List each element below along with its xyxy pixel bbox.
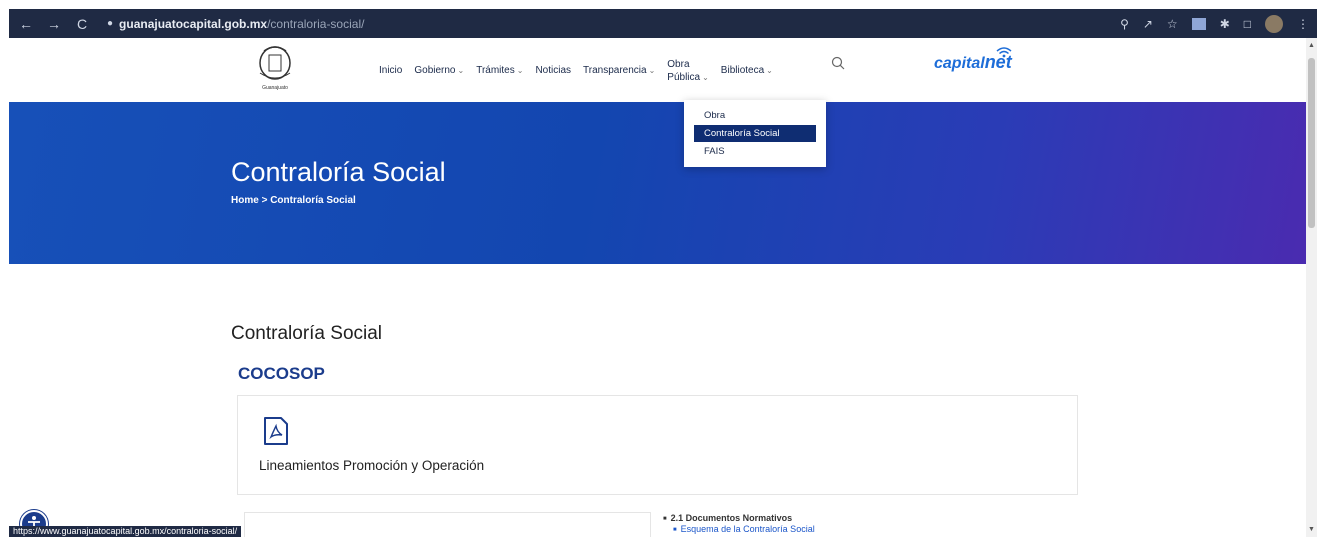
reload-icon[interactable]: C [71,16,93,32]
nav-biblioteca[interactable]: Biblioteca ⌄ [721,65,773,76]
document-list: ■ 2.1 Documentos Normativos ■ Esquema de l… [663,513,815,534]
search-icon[interactable] [831,56,845,70]
list-item-label: 2.1 Documentos Normativos [670,513,793,523]
list-subitem-label: Esquema de la Contraloría Social [680,524,815,534]
url-path: /contraloria-social/ [267,16,365,31]
puzzle-icon[interactable]: ✱ [1220,17,1230,31]
wifi-icon [996,47,1012,58]
breadcrumb-separator: > [261,195,268,206]
profile-avatar[interactable] [1265,14,1283,33]
nav-transparencia-label: Transparencia [583,64,647,76]
capitalnet-logo[interactable]: capitalnet [934,47,1012,73]
scroll-up-icon[interactable]: ▲ [1308,42,1315,49]
nav-obra-publica[interactable]: Obra Pública ⌄ [667,58,709,84]
dropdown-item-fais[interactable]: FAIS [694,143,816,160]
scrollbar-thumb[interactable] [1308,58,1315,228]
share-icon[interactable]: ↗ [1143,17,1153,31]
zoom-icon[interactable]: ⚲ [1120,17,1129,31]
link-status-bar: https://www.guanajuatocapital.gob.mx/con… [9,526,242,537]
nav-noticias[interactable]: Noticias [535,65,571,76]
section-title: Contraloría Social [231,323,383,344]
extension-icon[interactable] [1191,17,1206,30]
sidebar-icon[interactable]: □ [1244,17,1251,31]
menu-kebab-icon[interactable]: ⋮ [1297,17,1309,31]
chevron-down-icon: ⌄ [766,65,773,75]
nav-gobierno[interactable]: Gobierno ⌄ [414,65,464,76]
chevron-down-icon: ⌄ [648,65,656,75]
hero-banner: Contraloría Social Home > Contraloría So… [9,102,1306,264]
page-scrollbar[interactable]: ▲ ▼ [1306,38,1317,537]
nav-gobierno-label: Gobierno [414,64,456,76]
nav-biblioteca-label: Biblioteca [720,64,765,76]
list-item: ■ 2.1 Documentos Normativos [663,513,815,523]
browser-toolbar: ← → C ● guanajuatocapital.gob.mx/contral… [9,9,1317,38]
brand-main: capital [934,55,985,72]
address-bar[interactable]: guanajuatocapital.gob.mx/contraloria-soc… [119,17,364,31]
document-title[interactable]: Lineamientos Promoción y Operación [259,458,484,473]
nav-inicio[interactable]: Inicio [379,65,402,76]
nav-tramites[interactable]: Trámites ⌄ [476,65,523,76]
chevron-down-icon: ⌄ [457,65,465,75]
main-nav: Inicio Gobierno ⌄ Trámites ⌄ Noticias Tran… [379,38,773,102]
lock-icon[interactable]: ● [107,18,113,29]
back-icon[interactable]: ← [15,16,37,32]
dropdown-item-contraloria-social[interactable]: Contraloría Social [694,125,816,142]
page-title: Contraloría Social [231,157,446,187]
browser-actions: ⚲ ↗ ☆ ✱ □ ⋮ [1120,9,1309,38]
guanajuato-logo[interactable]: Guanajuato [252,43,298,93]
obra-publica-dropdown: Obra Contraloría Social FAIS [684,100,826,167]
cocosop-heading: COCOSOP [238,364,325,383]
chevron-down-icon: ⌄ [516,65,524,75]
logo-text: Guanajuato [262,85,288,91]
nav-publica-label: Pública [667,72,701,83]
breadcrumb-current: Contraloría Social [270,195,356,206]
list-subitem-link[interactable]: ■ Esquema de la Contraloría Social [673,524,815,534]
url-host: guanajuatocapital.gob.mx [119,16,268,31]
bookmark-star-icon[interactable]: ☆ [1167,17,1178,31]
chevron-down-icon: ⌄ [702,73,709,82]
forward-icon[interactable]: → [43,16,65,32]
breadcrumb: Home > Contraloría Social [231,195,356,206]
nav-transparencia[interactable]: Transparencia ⌄ [583,65,655,76]
nav-tramites-label: Trámites [476,64,515,76]
document-card-secondary[interactable] [244,512,651,537]
breadcrumb-home[interactable]: Home [231,195,259,206]
document-card[interactable]: Lineamientos Promoción y Operación [237,395,1078,495]
nav-obra-label: Obra [667,59,690,70]
pdf-file-icon [264,417,288,445]
dropdown-item-obra[interactable]: Obra [694,107,816,124]
scroll-down-icon[interactable]: ▼ [1308,526,1315,533]
bullet-icon: ■ [673,526,677,533]
site-header: Guanajuato Inicio Gobierno ⌄ Trámites ⌄ No… [9,38,1306,102]
bullet-icon: ■ [663,515,667,522]
